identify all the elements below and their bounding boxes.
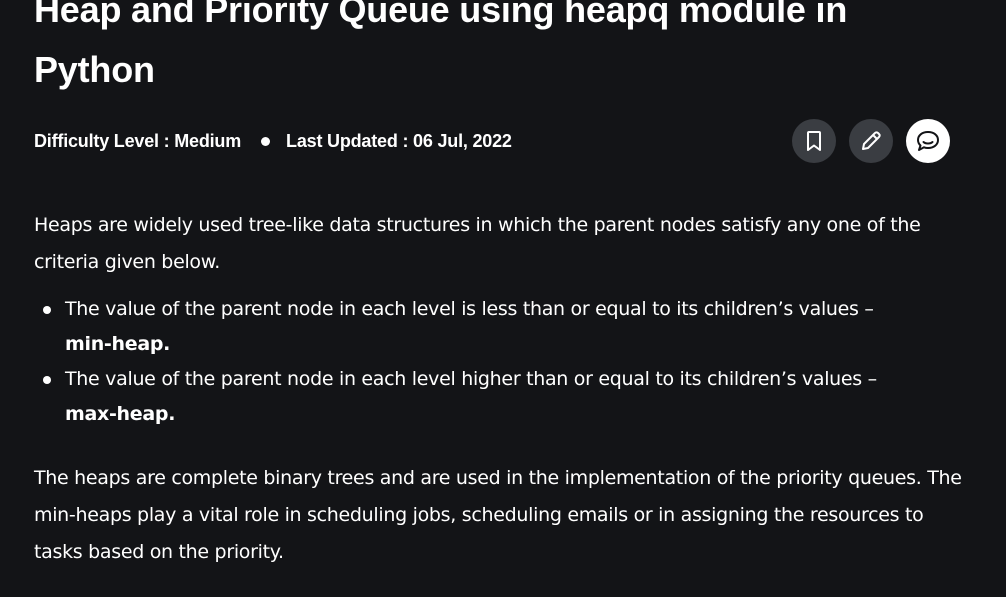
pencil-icon [862, 131, 881, 150]
list-item: The value of the parent node in each lev… [43, 362, 974, 432]
page-title: Heap and Priority Queue using heapq modu… [34, 0, 848, 90]
list-item-text: The value of the parent node in each lev… [65, 298, 874, 320]
list-item-bold: max-heap. [65, 403, 176, 425]
body-paragraph: The heaps are complete binary trees and … [34, 467, 962, 563]
difficulty-level: Difficulty Level : Medium [34, 130, 242, 151]
edit-button[interactable] [849, 119, 893, 163]
article-meta: Difficulty Level : Medium Last Updated :… [34, 127, 512, 155]
list-item-bold: min-heap. [65, 333, 171, 355]
last-updated: Last Updated : 06 Jul, 2022 [286, 130, 512, 151]
intro-paragraph: Heaps are widely used tree-like data str… [34, 214, 921, 273]
list-item: The value of the parent node in each lev… [43, 292, 974, 362]
bookmark-icon [807, 131, 821, 151]
heap-criteria-list: The value of the parent node in each lev… [34, 292, 974, 432]
chat-bubble-icon [917, 131, 939, 151]
article-content: Heaps are widely used tree-like data str… [34, 207, 974, 571]
article-actions [792, 119, 950, 163]
list-item-text: The value of the parent node in each lev… [65, 368, 877, 390]
meta-separator-dot [261, 136, 271, 146]
bookmark-button[interactable] [792, 119, 836, 163]
discuss-button[interactable] [906, 119, 950, 163]
